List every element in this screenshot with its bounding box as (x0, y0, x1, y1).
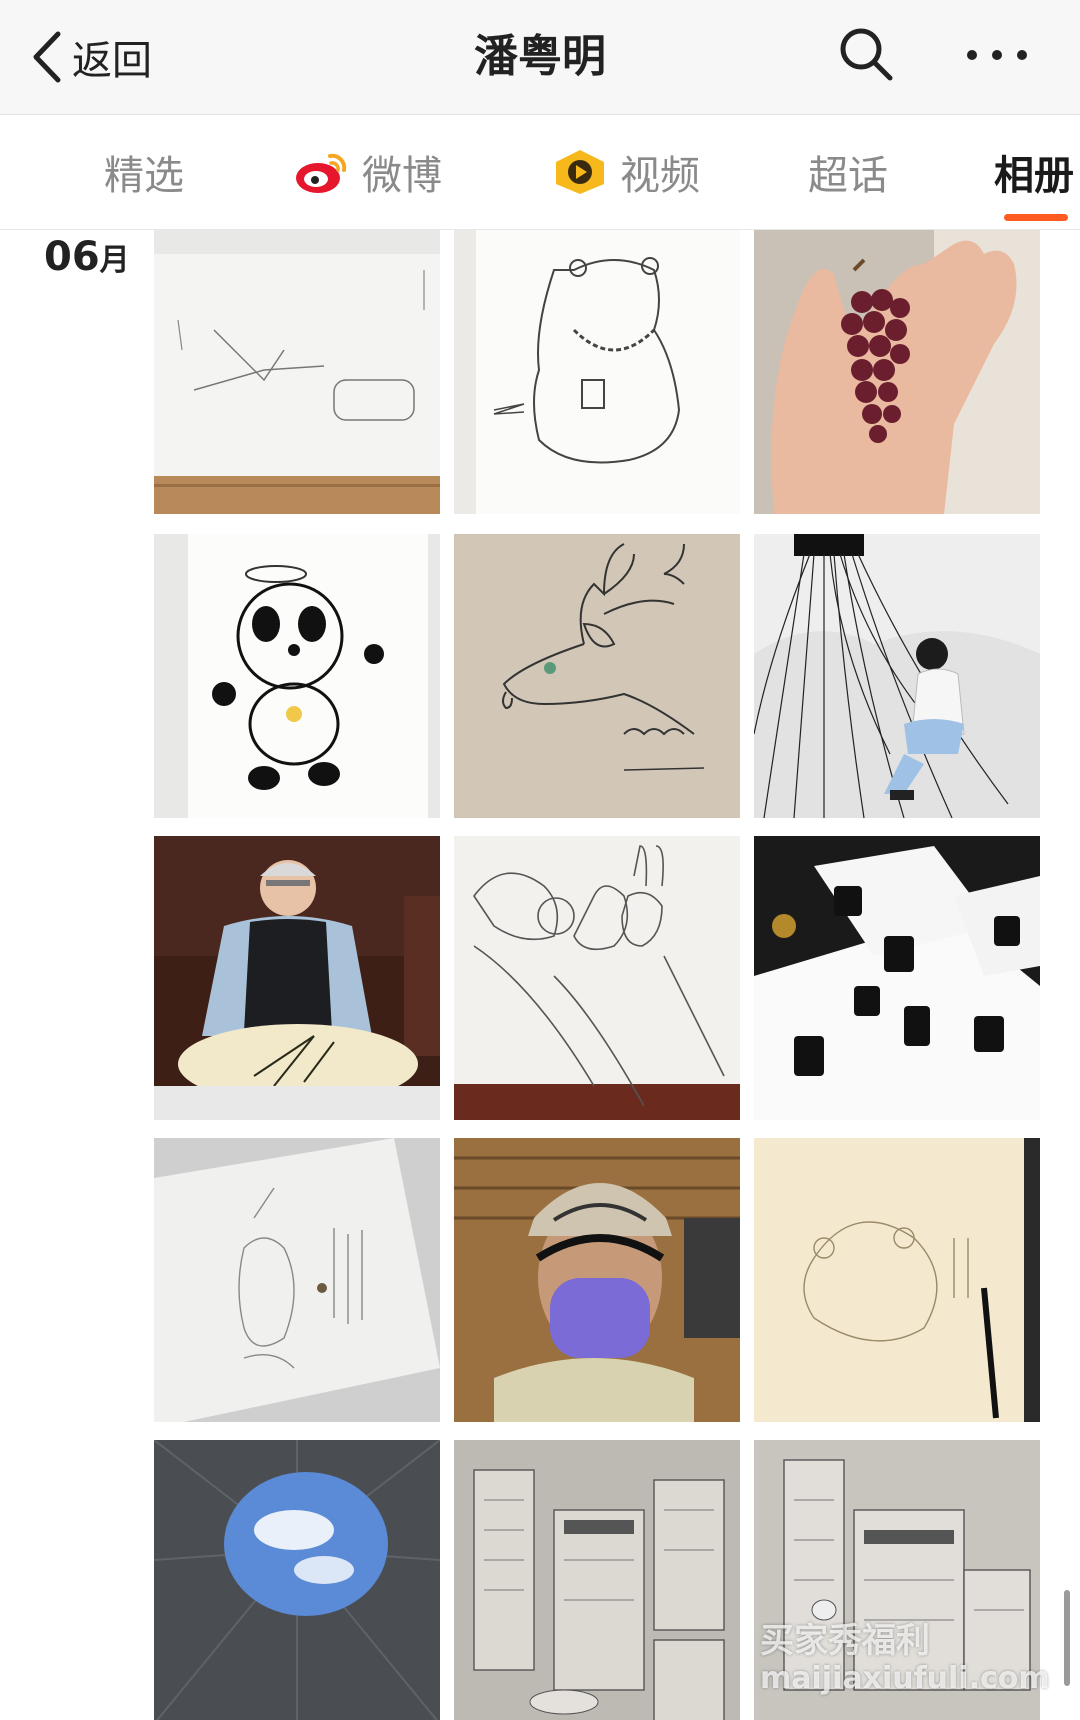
watermark: 买家秀福利 maijiaxiufuli.com (760, 1622, 1050, 1698)
watermark-line2: maijiaxiufuli.com (760, 1661, 1050, 1696)
photo-pencil-sketch-page[interactable] (154, 1138, 440, 1422)
calligraphy-papers-image (754, 836, 1040, 1120)
month-label: 06月 (44, 234, 130, 280)
page-title: 潘粤明 (474, 31, 606, 82)
photo-sketch-paper[interactable] (154, 230, 440, 514)
city-sketch-1-image (454, 1440, 740, 1720)
tab-label: 超话 (808, 153, 888, 199)
top-navigation-bar: 返回 潘粤明 (0, 0, 1080, 115)
photo-man-with-strings[interactable] (754, 534, 1040, 818)
month-unit: 月 (99, 243, 130, 278)
photo-elder-with-painting[interactable] (154, 836, 440, 1120)
more-dots-icon (967, 50, 1027, 60)
video-logo-icon (556, 150, 604, 194)
active-tab-indicator (1004, 214, 1068, 221)
photo-man-in-mask-cap[interactable] (454, 1138, 740, 1422)
elder-with-painting-image (154, 836, 440, 1120)
sky-through-hole-image (154, 1440, 440, 1720)
tab-label: 视频 (620, 153, 700, 199)
photo-panda-robot-drawing[interactable] (154, 534, 440, 818)
more-options-button[interactable] (960, 30, 1040, 80)
search-button[interactable] (836, 24, 896, 84)
panda-bear-drawing-image (454, 230, 740, 514)
photo-grapes-in-hand[interactable] (754, 230, 1040, 514)
photo-city-sketch-1[interactable] (454, 1440, 740, 1720)
grapes-in-hand-image (754, 230, 1040, 514)
tab-label: 微博 (362, 153, 442, 199)
month-number: 06 (44, 234, 100, 280)
man-in-mask-cap-image (454, 1138, 740, 1422)
tab-album[interactable]: 相册 (994, 115, 1074, 229)
photo-rabbit-sketch[interactable] (454, 836, 740, 1120)
watermark-line1: 买家秀福利 (760, 1621, 930, 1661)
tab-label: 精选 (104, 153, 184, 199)
album-page: 返回 潘粤明 精选 微博 视频 超话 相册 06月 买家秀福利 maijiaxi… (0, 0, 1080, 1720)
search-icon (840, 28, 893, 81)
man-with-strings-image (754, 534, 1040, 818)
tab-featured[interactable]: 精选 (104, 115, 184, 229)
photo-bear-pencil-sketch[interactable] (754, 1138, 1040, 1422)
bear-pencil-sketch-image (754, 1138, 1040, 1422)
scrollbar[interactable] (1064, 1590, 1070, 1686)
photo-sky-through-hole[interactable] (154, 1440, 440, 1720)
sketch-paper-image (154, 230, 440, 514)
photo-grid (0, 230, 1080, 1720)
panda-robot-drawing-image (154, 534, 440, 818)
pencil-sketch-page-image (154, 1138, 440, 1422)
photo-deer-drawing[interactable] (454, 534, 740, 818)
tab-weibo[interactable]: 微博 (294, 115, 442, 229)
rabbit-sketch-image (454, 836, 740, 1120)
profile-tabs: 精选 微博 视频 超话 相册 (0, 115, 1080, 230)
deer-drawing-image (454, 534, 740, 818)
tab-super-topic[interactable]: 超话 (808, 115, 888, 229)
tab-video[interactable]: 视频 (552, 115, 700, 229)
photo-calligraphy-papers[interactable] (754, 836, 1040, 1120)
tab-label: 相册 (994, 153, 1074, 199)
photo-panda-bear-drawing[interactable] (454, 230, 740, 514)
weibo-logo-icon (296, 153, 347, 193)
